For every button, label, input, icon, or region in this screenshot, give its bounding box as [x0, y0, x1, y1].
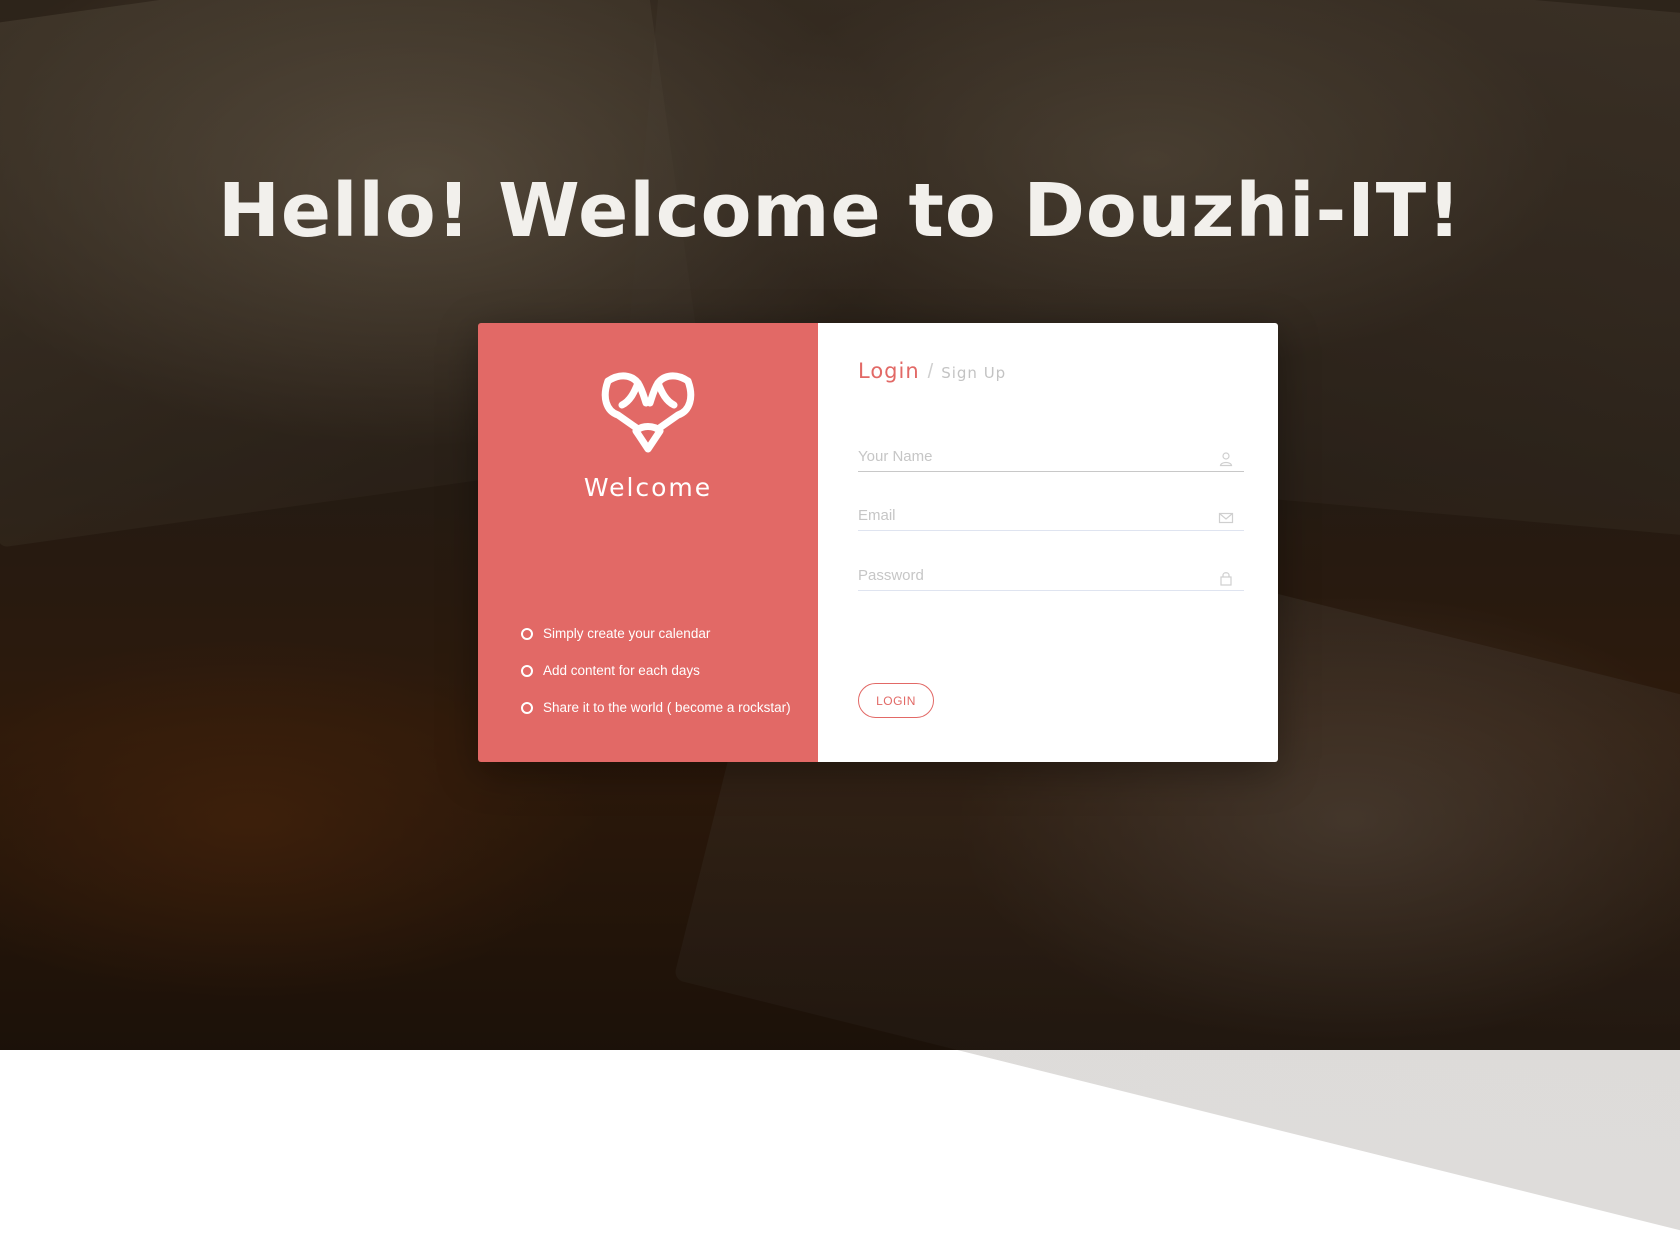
page-headline: Hello! Welcome to Douzhi-IT! [217, 168, 1462, 254]
login-button[interactable]: LOGIN [858, 683, 934, 718]
circle-outline-icon [521, 627, 533, 640]
deer-head-logo-icon [601, 372, 695, 453]
email-field [858, 502, 1244, 531]
password-input[interactable] [858, 562, 1198, 588]
feature-text: Simply create your calendar [543, 626, 711, 641]
tab-login[interactable]: Login [858, 359, 920, 383]
feature-item: Add content for each days [521, 652, 791, 689]
tab-sign-up[interactable]: Sign Up [941, 364, 1006, 382]
login-form-panel: Login / Sign Up Your Name Email LOGIN [818, 323, 1278, 762]
welcome-title: Welcome [583, 473, 713, 502]
email-input[interactable] [858, 502, 1198, 528]
lock-icon [1220, 572, 1232, 586]
user-icon [1219, 452, 1233, 467]
envelope-icon [1218, 512, 1234, 524]
name-input[interactable] [858, 443, 1198, 469]
tab-separator: / [927, 361, 934, 383]
feature-text: Add content for each days [543, 663, 700, 678]
feature-text: Share it to the world ( become a rocksta… [543, 700, 791, 715]
welcome-panel: Welcome Simply create your calendar Add … [478, 323, 818, 762]
feature-list: Simply create your calendar Add content … [521, 615, 791, 726]
feature-item: Simply create your calendar [521, 615, 791, 652]
feature-item: Share it to the world ( become a rocksta… [521, 689, 791, 726]
name-field [858, 443, 1244, 472]
password-field [858, 562, 1244, 591]
circle-outline-icon [521, 701, 533, 714]
circle-outline-icon [521, 664, 533, 677]
auth-tabs: Login / Sign Up [858, 359, 1006, 384]
auth-card: Welcome Simply create your calendar Add … [478, 323, 1278, 762]
